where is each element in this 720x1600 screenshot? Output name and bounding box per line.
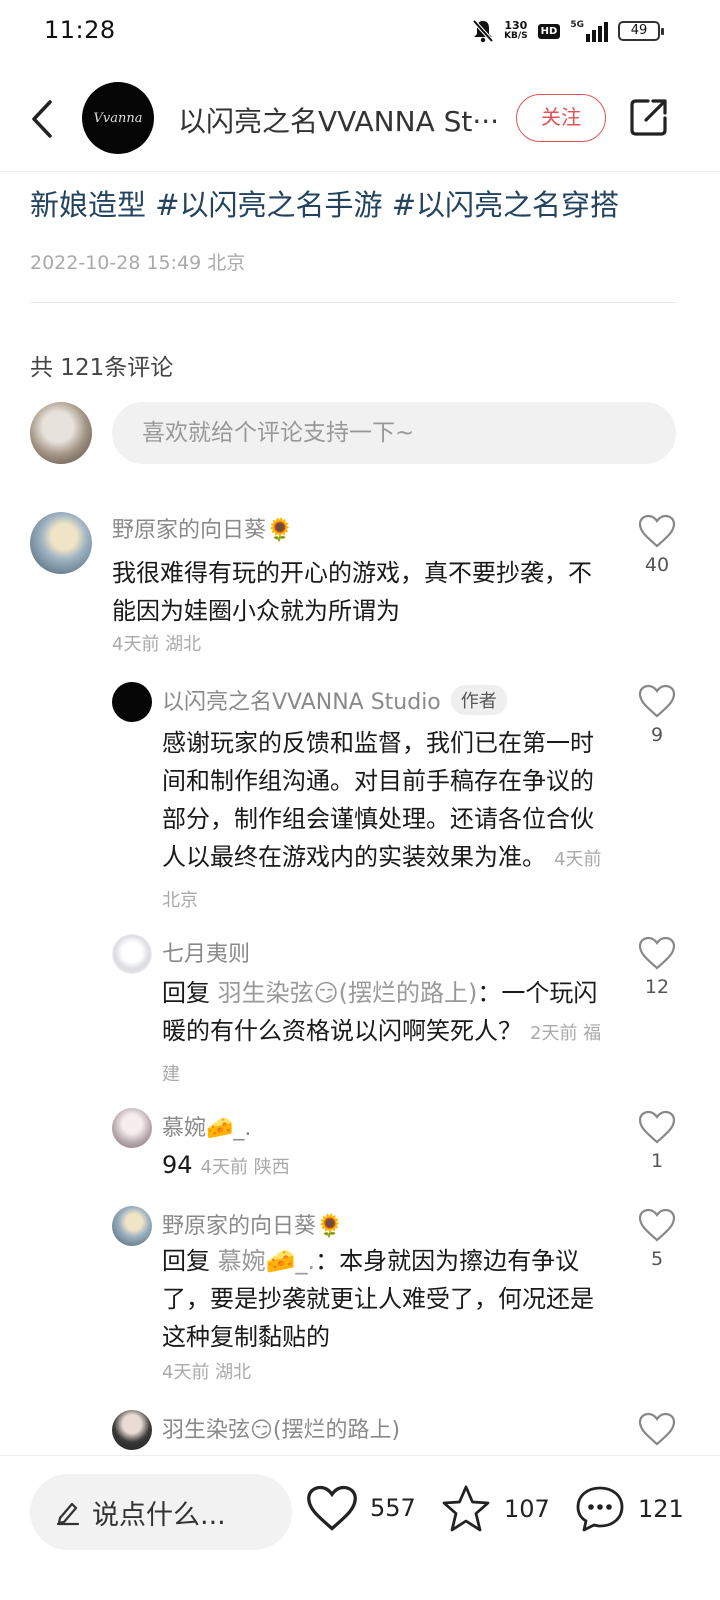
comment-text: 回复 慕婉🧀_.：本身就因为擦边有争议了，要是抄袭就更让人难受了，何况还是这种复… bbox=[162, 1247, 594, 1351]
reply-item: 七月夷则 回复 羽生染弦😏(摆烂的路上)：一个玩闪暖的有什么资格说以闪啊笑死人？… bbox=[112, 934, 692, 1085]
heart-icon bbox=[638, 1412, 676, 1446]
comment-text: 感谢玩家的反馈和监督，我们已在第一时间和制作组沟通。对目前手稿存在争议的部分，制… bbox=[162, 729, 602, 911]
like-count: 9 bbox=[650, 724, 664, 746]
post-time-location: 2022-10-28 15:49 北京 bbox=[30, 252, 246, 274]
share-icon bbox=[630, 99, 667, 136]
post-like-button[interactable]: 557 bbox=[306, 1484, 416, 1532]
mute-bell-icon bbox=[472, 19, 494, 43]
hd-badge: HD bbox=[537, 23, 561, 39]
commenter-avatar[interactable] bbox=[30, 512, 92, 574]
post-like-count: 557 bbox=[370, 1494, 416, 1522]
star-icon bbox=[442, 1485, 490, 1532]
commenter-name[interactable]: 野原家的向日葵🌻 bbox=[112, 512, 293, 544]
follow-button[interactable]: 关注 bbox=[516, 94, 606, 142]
comment-text: 我很难得有玩的开心的游戏，真不要抄袭，不能因为娃圈小众就为所谓为 bbox=[112, 559, 592, 625]
heart-icon bbox=[307, 1485, 357, 1531]
my-avatar bbox=[30, 402, 92, 464]
like-count: 5 bbox=[650, 1248, 664, 1270]
back-button[interactable] bbox=[24, 94, 64, 144]
network-speed: 130 KB/S bbox=[504, 19, 528, 41]
heart-icon bbox=[638, 684, 676, 718]
like-button[interactable]: 1 bbox=[632, 1110, 682, 1172]
like-count: 40 bbox=[644, 554, 670, 576]
commenter-avatar[interactable] bbox=[112, 1108, 152, 1148]
like-button[interactable]: 12 bbox=[632, 936, 682, 998]
brand-logo: Vvanna bbox=[93, 110, 143, 126]
reply-target[interactable]: 慕婉🧀_. bbox=[218, 1247, 316, 1275]
author-avatar[interactable]: Vvanna bbox=[82, 82, 154, 154]
post-tags[interactable]: 新娘造型 #以闪亮之名手游 #以闪亮之名穿搭 bbox=[30, 182, 619, 224]
comment-text: 回复 羽生染弦😏(摆烂的路上)：一个玩闪暖的有什么资格说以闪啊笑死人？ 2天前 福… bbox=[162, 979, 602, 1085]
commenter-name[interactable]: 慕婉🧀_. bbox=[162, 1110, 251, 1142]
comments-count: 121 bbox=[638, 1495, 684, 1523]
divider bbox=[30, 302, 676, 303]
like-button[interactable]: 5 bbox=[632, 1208, 682, 1270]
comment-text: 94 4天前 陕西 bbox=[162, 1151, 290, 1179]
comment-count: 共 121条评论 bbox=[30, 355, 174, 381]
back-icon bbox=[32, 100, 52, 138]
comments-button[interactable]: 121 bbox=[574, 1484, 684, 1534]
comment-meta: 4天前 湖北 bbox=[162, 1362, 252, 1383]
like-count: 1 bbox=[650, 1150, 664, 1172]
bottom-action-bar: 说点什么... 557 107 121 bbox=[0, 1455, 720, 1600]
comment-meta: 4天前 湖北 bbox=[112, 634, 202, 655]
favorite-button[interactable]: 107 bbox=[440, 1484, 550, 1534]
say-something-input[interactable]: 说点什么... bbox=[30, 1474, 292, 1550]
heart-icon bbox=[638, 936, 676, 970]
like-button[interactable]: 40 bbox=[632, 514, 682, 576]
like-count: 12 bbox=[644, 976, 670, 998]
status-time: 11:28 bbox=[44, 16, 116, 44]
commenter-avatar[interactable] bbox=[112, 1410, 152, 1450]
say-something-label: 说点什么... bbox=[92, 1499, 226, 1531]
comment-meta: 4天前 陕西 bbox=[200, 1157, 290, 1178]
commenter-name[interactable]: 七月夷则 bbox=[162, 936, 250, 968]
reply-item: 以闪亮之名VVANNA Studio 作者 感谢玩家的反馈和监督，我们已在第一时间… bbox=[112, 682, 692, 912]
share-button[interactable] bbox=[628, 96, 670, 138]
commenter-avatar[interactable] bbox=[112, 934, 152, 974]
heart-icon bbox=[638, 1110, 676, 1144]
comment-icon bbox=[576, 1486, 624, 1532]
commenter-avatar[interactable] bbox=[112, 682, 152, 722]
post-header: Vvanna 以闪亮之名VVANNA St··· 关注 bbox=[0, 72, 720, 172]
favorite-count: 107 bbox=[504, 1495, 550, 1523]
commenter-name[interactable]: 羽生染弦😏(摆烂的路上) bbox=[162, 1412, 400, 1444]
commenter-name[interactable]: 以闪亮之名VVANNA Studio 作者 bbox=[162, 684, 507, 716]
battery-icon: 49 bbox=[618, 21, 664, 41]
status-bar: 11:28 130 KB/S HD 5G 49 bbox=[0, 0, 720, 62]
status-icons: 130 KB/S HD 5G 49 bbox=[472, 16, 664, 46]
reply-target[interactable]: 羽生染弦😏(摆烂的路上) bbox=[218, 979, 478, 1007]
reply-item: 羽生染弦😏(摆烂的路上) bbox=[112, 1410, 692, 1454]
comment-item: 野原家的向日葵🌻 我很难得有玩的开心的游戏，真不要抄袭，不能因为娃圈小众就为所谓… bbox=[30, 512, 690, 662]
comment-input[interactable]: 喜欢就给个评论支持一下~ bbox=[112, 402, 676, 464]
signal-icon: 5G bbox=[570, 20, 608, 42]
commenter-name[interactable]: 野原家的向日葵🌻 bbox=[162, 1208, 343, 1240]
heart-icon bbox=[638, 1208, 676, 1242]
reply-item: 慕婉🧀_. 94 4天前 陕西 1 bbox=[112, 1108, 692, 1188]
commenter-avatar[interactable] bbox=[112, 1206, 152, 1246]
like-button[interactable]: 9 bbox=[632, 684, 682, 746]
heart-icon bbox=[638, 514, 676, 548]
like-button[interactable] bbox=[632, 1412, 682, 1446]
author-badge: 作者 bbox=[450, 685, 507, 715]
pencil-icon bbox=[56, 1502, 80, 1526]
author-name[interactable]: 以闪亮之名VVANNA St··· bbox=[178, 100, 500, 140]
reply-item: 野原家的向日葵🌻 回复 慕婉🧀_.：本身就因为擦边有争议了，要是抄袭就更让人难受… bbox=[112, 1206, 692, 1386]
